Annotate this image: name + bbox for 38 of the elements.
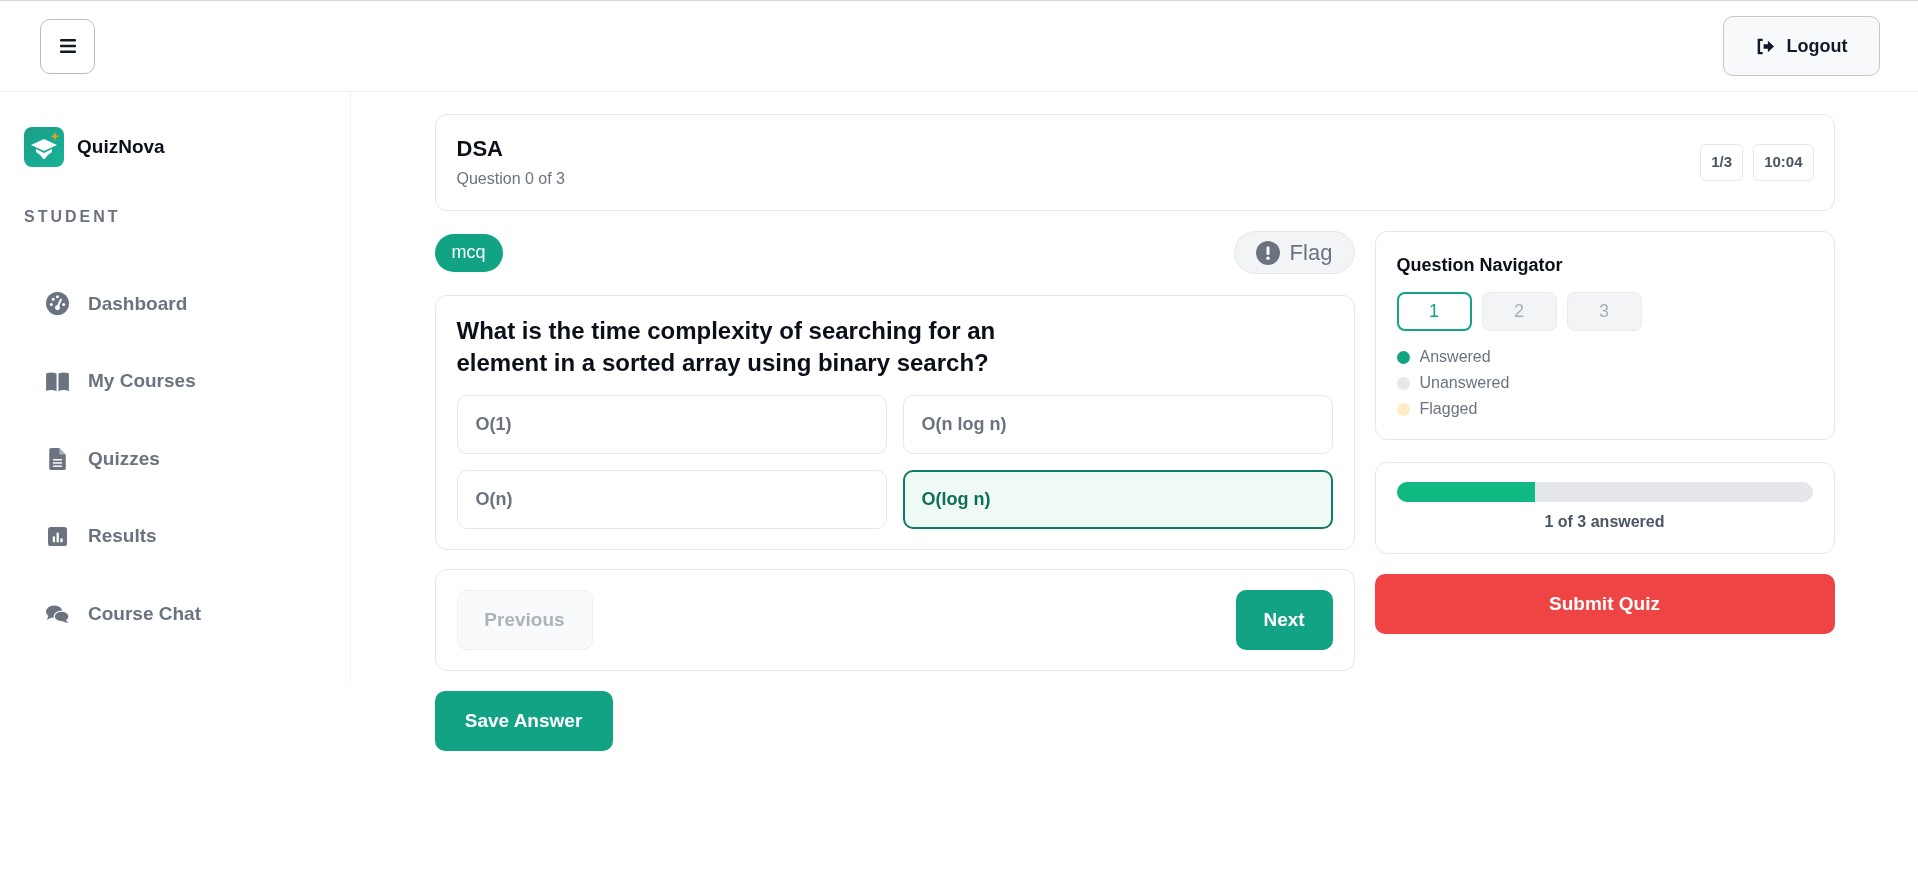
legend-label: Answered bbox=[1419, 347, 1491, 367]
sidebar-item[interactable]: Dashboard bbox=[46, 291, 188, 316]
submit-quiz-button[interactable]: Submit Quiz bbox=[1374, 574, 1835, 634]
answer-option[interactable]: O(1) bbox=[456, 395, 887, 454]
logout-icon bbox=[1755, 37, 1775, 55]
bar-chart-icon bbox=[48, 526, 67, 546]
quiz-title: DSA bbox=[456, 135, 504, 162]
timer-badge: 10:04 bbox=[1753, 144, 1814, 181]
logout-button[interactable]: Logout bbox=[1723, 16, 1880, 76]
question-number-button[interactable]: 1 bbox=[1396, 292, 1472, 331]
brand-name: QuizNova bbox=[77, 134, 165, 159]
save-answer-button[interactable]: Save Answer bbox=[434, 691, 613, 751]
question-position-text: Question 0 of 3 bbox=[456, 169, 565, 189]
next-button[interactable]: Next bbox=[1235, 590, 1333, 650]
question-type-badge: mcq bbox=[434, 233, 503, 272]
document-icon bbox=[49, 447, 66, 470]
gauge-icon bbox=[46, 292, 69, 316]
graduation-cap-logo-icon bbox=[24, 127, 64, 167]
answer-option[interactable]: O(n log n) bbox=[902, 395, 1333, 454]
sidebar-item[interactable]: Course Chat bbox=[46, 601, 201, 626]
progress-text: 1 of 3 answered bbox=[1543, 512, 1666, 532]
flag-button[interactable]: Flag bbox=[1233, 231, 1355, 274]
book-icon bbox=[46, 371, 69, 391]
chat-bubbles-icon bbox=[46, 603, 69, 624]
sidebar-item[interactable]: Quizzes bbox=[46, 446, 160, 471]
answer-option[interactable]: O(log n) bbox=[902, 470, 1333, 529]
menu-button[interactable] bbox=[40, 18, 95, 74]
question-text: What is the time complexity of searching for an element in a sorted array using binary search? bbox=[456, 316, 997, 378]
legend-label: Flagged bbox=[1419, 399, 1478, 419]
answer-option[interactable]: O(n) bbox=[456, 470, 887, 529]
question-count-badge: 1/3 bbox=[1700, 144, 1744, 181]
section-label: STUDENT bbox=[24, 207, 122, 227]
sidebar-item[interactable]: My Courses bbox=[46, 369, 196, 394]
menu-icon bbox=[59, 39, 76, 53]
legend-label: Unanswered bbox=[1419, 373, 1510, 393]
sidebar-item[interactable]: Results bbox=[46, 524, 157, 549]
navigator-title: Question Navigator bbox=[1396, 254, 1564, 276]
exclamation-circle-icon bbox=[1255, 240, 1280, 265]
